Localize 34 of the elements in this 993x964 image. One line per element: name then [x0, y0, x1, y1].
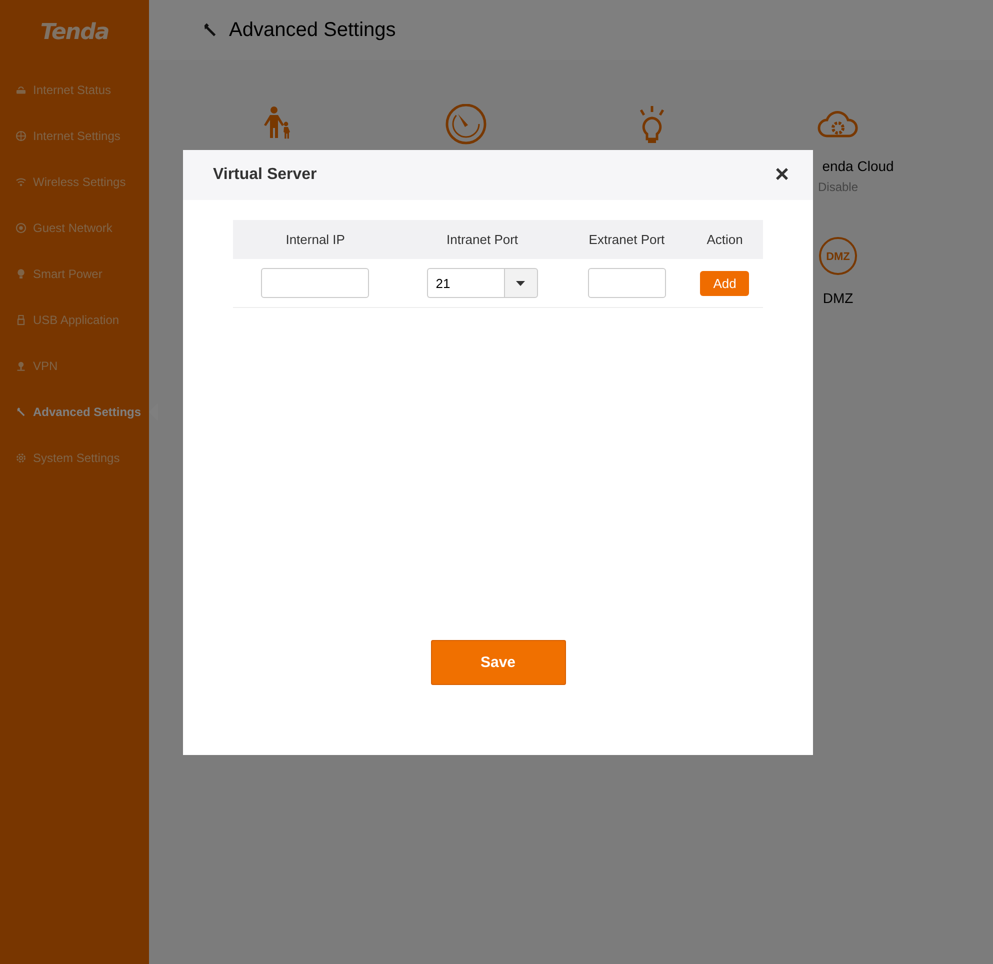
guest-icon [15, 222, 27, 234]
column-header: Intranet Port [398, 220, 567, 259]
sidebar-item[interactable]: Internet Settings [0, 113, 149, 159]
dropdown-button[interactable] [504, 268, 538, 298]
logo: Tenda [39, 20, 110, 45]
wifi-icon [15, 176, 27, 188]
internal-ip-field[interactable] [261, 268, 370, 298]
caret-icon [516, 280, 526, 286]
usb-icon [15, 314, 27, 326]
close-button[interactable]: × [770, 163, 793, 187]
tile-label: enda Cloud [822, 158, 894, 174]
column-header: Action [686, 220, 763, 259]
column-header: Extranet Port [566, 220, 687, 259]
globe-icon [15, 130, 27, 142]
tile-label: DMZ [822, 290, 854, 306]
bulb-icon [15, 268, 27, 280]
sidebar-item[interactable]: USB Application [0, 297, 149, 343]
sidebar-item[interactable]: Smart Power [0, 251, 149, 297]
sidebar-item[interactable]: System Settings [0, 435, 149, 481]
tile-status: Disable [818, 180, 858, 194]
add-button[interactable]: Add [700, 270, 750, 296]
wrench-icon [15, 406, 27, 418]
sidebar-item[interactable]: Internet Status [0, 67, 149, 113]
settings-icon [15, 452, 27, 464]
dialog-title: Virtual Server [213, 166, 317, 184]
sidebar-item[interactable]: Guest Network [0, 205, 149, 251]
port-field[interactable]: 21 [426, 268, 504, 298]
sidebar-item[interactable]: Wireless Settings [0, 159, 149, 205]
page-title: Advanced Settings [229, 18, 396, 42]
sidebar-item[interactable]: VPN [0, 343, 149, 389]
column-header: Internal IP [233, 220, 398, 259]
extranet-port-field[interactable] [588, 268, 666, 298]
vpn-icon [15, 360, 27, 372]
save-button[interactable]: Save [430, 640, 566, 685]
